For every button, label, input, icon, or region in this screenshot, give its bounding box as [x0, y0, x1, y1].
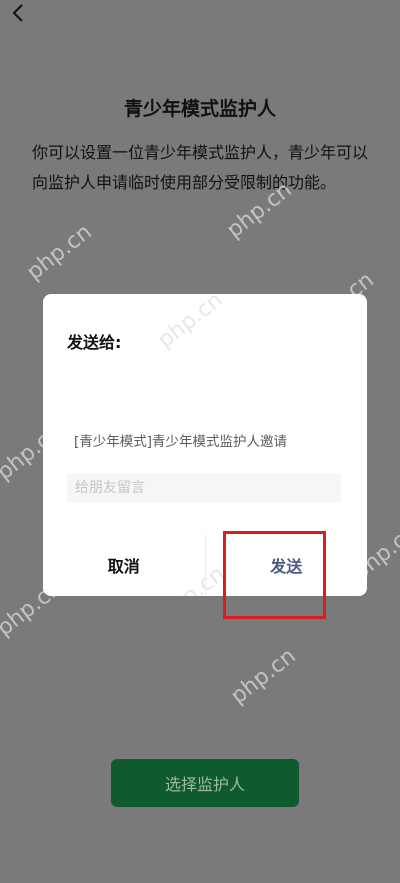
send-dialog: php.cn php.cn 发送给: [青少年模式]青少年模式监护人邀请 取消 …	[43, 294, 367, 596]
dialog-button-row: 取消 发送	[43, 534, 367, 596]
dialog-title: 发送给:	[67, 333, 122, 352]
page-title: 青少年模式监护人	[123, 98, 276, 120]
choose-guardian-button[interactable]: 选择监护人	[111, 759, 299, 807]
watermark: php.cn	[153, 294, 228, 354]
cancel-button[interactable]: 取消	[43, 534, 205, 596]
page-description: 你可以设置一位青少年模式监护人，青少年可以向监护人申请临时使用部分受限制的功能。	[32, 143, 369, 192]
watermark: php.cn	[22, 219, 97, 286]
screen: 青少年模式监护人 你可以设置一位青少年模式监护人，青少年可以向监护人申请临时使用…	[0, 0, 400, 883]
chevron-left-icon	[12, 4, 23, 22]
message-input[interactable]	[67, 473, 341, 503]
invite-preview: [青少年模式]青少年模式监护人邀请	[74, 434, 288, 450]
send-button[interactable]: 发送	[206, 534, 368, 596]
back-button[interactable]	[4, 0, 32, 26]
watermark: php.cn	[226, 643, 301, 710]
